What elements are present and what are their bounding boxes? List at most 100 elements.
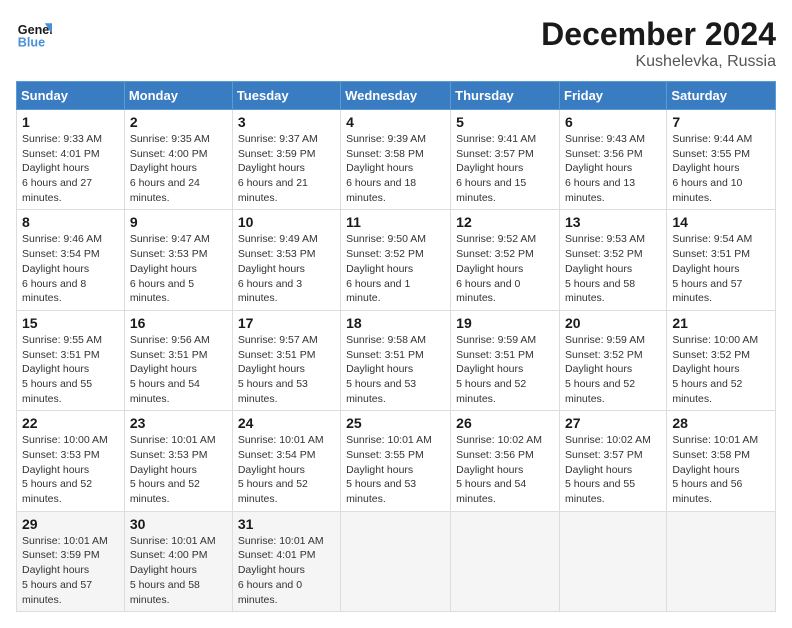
table-row: 11 Sunrise: 9:50 AM Sunset: 3:52 PM Dayl…: [341, 210, 451, 310]
day-number: 22: [22, 415, 119, 431]
col-wednesday: Wednesday: [341, 82, 451, 110]
day-number: 5: [456, 114, 554, 130]
day-number: 18: [346, 315, 445, 331]
day-number: 15: [22, 315, 119, 331]
table-row: 25 Sunrise: 10:01 AM Sunset: 3:55 PM Day…: [341, 411, 451, 511]
calendar-header-row: Sunday Monday Tuesday Wednesday Thursday…: [17, 82, 776, 110]
day-info: Sunrise: 9:41 AM Sunset: 3:57 PM Dayligh…: [456, 132, 554, 205]
col-tuesday: Tuesday: [232, 82, 340, 110]
day-info: Sunrise: 9:43 AM Sunset: 3:56 PM Dayligh…: [565, 132, 661, 205]
day-number: 28: [672, 415, 770, 431]
table-row: 15 Sunrise: 9:55 AM Sunset: 3:51 PM Dayl…: [17, 310, 125, 410]
calendar-week-row: 8 Sunrise: 9:46 AM Sunset: 3:54 PM Dayli…: [17, 210, 776, 310]
day-number: 25: [346, 415, 445, 431]
col-monday: Monday: [124, 82, 232, 110]
day-info: Sunrise: 9:54 AM Sunset: 3:51 PM Dayligh…: [672, 232, 770, 305]
col-thursday: Thursday: [451, 82, 560, 110]
day-number: 31: [238, 516, 335, 532]
day-info: Sunrise: 9:33 AM Sunset: 4:01 PM Dayligh…: [22, 132, 119, 205]
calendar-table: Sunday Monday Tuesday Wednesday Thursday…: [16, 81, 776, 612]
table-row: 17 Sunrise: 9:57 AM Sunset: 3:51 PM Dayl…: [232, 310, 340, 410]
calendar-week-row: 15 Sunrise: 9:55 AM Sunset: 3:51 PM Dayl…: [17, 310, 776, 410]
day-info: Sunrise: 9:46 AM Sunset: 3:54 PM Dayligh…: [22, 232, 119, 305]
day-number: 4: [346, 114, 445, 130]
table-row: 19 Sunrise: 9:59 AM Sunset: 3:51 PM Dayl…: [451, 310, 560, 410]
day-info: Sunrise: 10:01 AM Sunset: 3:54 PM Daylig…: [238, 433, 335, 506]
table-row: 27 Sunrise: 10:02 AM Sunset: 3:57 PM Day…: [560, 411, 667, 511]
table-row: [341, 511, 451, 611]
day-number: 12: [456, 214, 554, 230]
table-row: 14 Sunrise: 9:54 AM Sunset: 3:51 PM Dayl…: [667, 210, 776, 310]
table-row: 5 Sunrise: 9:41 AM Sunset: 3:57 PM Dayli…: [451, 110, 560, 210]
day-number: 13: [565, 214, 661, 230]
day-info: Sunrise: 10:01 AM Sunset: 3:55 PM Daylig…: [346, 433, 445, 506]
table-row: 16 Sunrise: 9:56 AM Sunset: 3:51 PM Dayl…: [124, 310, 232, 410]
day-info: Sunrise: 9:57 AM Sunset: 3:51 PM Dayligh…: [238, 333, 335, 406]
title-section: December 2024 Kushelevka, Russia: [541, 16, 776, 71]
table-row: 9 Sunrise: 9:47 AM Sunset: 3:53 PM Dayli…: [124, 210, 232, 310]
day-info: Sunrise: 9:56 AM Sunset: 3:51 PM Dayligh…: [130, 333, 227, 406]
day-info: Sunrise: 9:59 AM Sunset: 3:51 PM Dayligh…: [456, 333, 554, 406]
day-info: Sunrise: 10:01 AM Sunset: 3:59 PM Daylig…: [22, 534, 119, 607]
table-row: 18 Sunrise: 9:58 AM Sunset: 3:51 PM Dayl…: [341, 310, 451, 410]
day-number: 19: [456, 315, 554, 331]
day-info: Sunrise: 10:00 AM Sunset: 3:53 PM Daylig…: [22, 433, 119, 506]
day-number: 26: [456, 415, 554, 431]
col-friday: Friday: [560, 82, 667, 110]
day-number: 17: [238, 315, 335, 331]
day-number: 24: [238, 415, 335, 431]
day-info: Sunrise: 9:44 AM Sunset: 3:55 PM Dayligh…: [672, 132, 770, 205]
calendar-week-row: 29 Sunrise: 10:01 AM Sunset: 3:59 PM Day…: [17, 511, 776, 611]
table-row: 20 Sunrise: 9:59 AM Sunset: 3:52 PM Dayl…: [560, 310, 667, 410]
day-number: 21: [672, 315, 770, 331]
day-info: Sunrise: 9:35 AM Sunset: 4:00 PM Dayligh…: [130, 132, 227, 205]
day-info: Sunrise: 10:01 AM Sunset: 4:00 PM Daylig…: [130, 534, 227, 607]
month-year: December 2024: [541, 16, 776, 53]
day-number: 27: [565, 415, 661, 431]
day-number: 2: [130, 114, 227, 130]
day-number: 8: [22, 214, 119, 230]
table-row: 22 Sunrise: 10:00 AM Sunset: 3:53 PM Day…: [17, 411, 125, 511]
day-info: Sunrise: 9:47 AM Sunset: 3:53 PM Dayligh…: [130, 232, 227, 305]
day-info: Sunrise: 10:02 AM Sunset: 3:57 PM Daylig…: [565, 433, 661, 506]
day-info: Sunrise: 10:02 AM Sunset: 3:56 PM Daylig…: [456, 433, 554, 506]
logo-icon: General Blue: [16, 16, 52, 52]
table-row: 24 Sunrise: 10:01 AM Sunset: 3:54 PM Day…: [232, 411, 340, 511]
logo: General Blue: [16, 16, 52, 52]
day-number: 9: [130, 214, 227, 230]
table-row: 30 Sunrise: 10:01 AM Sunset: 4:00 PM Day…: [124, 511, 232, 611]
day-info: Sunrise: 9:58 AM Sunset: 3:51 PM Dayligh…: [346, 333, 445, 406]
table-row: [451, 511, 560, 611]
calendar-week-row: 22 Sunrise: 10:00 AM Sunset: 3:53 PM Day…: [17, 411, 776, 511]
day-info: Sunrise: 9:59 AM Sunset: 3:52 PM Dayligh…: [565, 333, 661, 406]
day-info: Sunrise: 9:39 AM Sunset: 3:58 PM Dayligh…: [346, 132, 445, 205]
col-sunday: Sunday: [17, 82, 125, 110]
table-row: 6 Sunrise: 9:43 AM Sunset: 3:56 PM Dayli…: [560, 110, 667, 210]
table-row: 4 Sunrise: 9:39 AM Sunset: 3:58 PM Dayli…: [341, 110, 451, 210]
col-saturday: Saturday: [667, 82, 776, 110]
table-row: 31 Sunrise: 10:01 AM Sunset: 4:01 PM Day…: [232, 511, 340, 611]
day-number: 29: [22, 516, 119, 532]
day-number: 6: [565, 114, 661, 130]
day-number: 16: [130, 315, 227, 331]
day-info: Sunrise: 10:00 AM Sunset: 3:52 PM Daylig…: [672, 333, 770, 406]
day-info: Sunrise: 10:01 AM Sunset: 3:53 PM Daylig…: [130, 433, 227, 506]
day-number: 1: [22, 114, 119, 130]
header: General Blue December 2024 Kushelevka, R…: [16, 16, 776, 71]
table-row: 1 Sunrise: 9:33 AM Sunset: 4:01 PM Dayli…: [17, 110, 125, 210]
day-info: Sunrise: 9:50 AM Sunset: 3:52 PM Dayligh…: [346, 232, 445, 305]
day-number: 20: [565, 315, 661, 331]
day-number: 7: [672, 114, 770, 130]
day-info: Sunrise: 10:01 AM Sunset: 4:01 PM Daylig…: [238, 534, 335, 607]
table-row: 2 Sunrise: 9:35 AM Sunset: 4:00 PM Dayli…: [124, 110, 232, 210]
day-info: Sunrise: 9:55 AM Sunset: 3:51 PM Dayligh…: [22, 333, 119, 406]
day-number: 10: [238, 214, 335, 230]
table-row: [667, 511, 776, 611]
day-info: Sunrise: 9:37 AM Sunset: 3:59 PM Dayligh…: [238, 132, 335, 205]
svg-text:Blue: Blue: [18, 36, 45, 50]
day-info: Sunrise: 10:01 AM Sunset: 3:58 PM Daylig…: [672, 433, 770, 506]
day-number: 23: [130, 415, 227, 431]
day-number: 11: [346, 214, 445, 230]
table-row: 28 Sunrise: 10:01 AM Sunset: 3:58 PM Day…: [667, 411, 776, 511]
table-row: 7 Sunrise: 9:44 AM Sunset: 3:55 PM Dayli…: [667, 110, 776, 210]
